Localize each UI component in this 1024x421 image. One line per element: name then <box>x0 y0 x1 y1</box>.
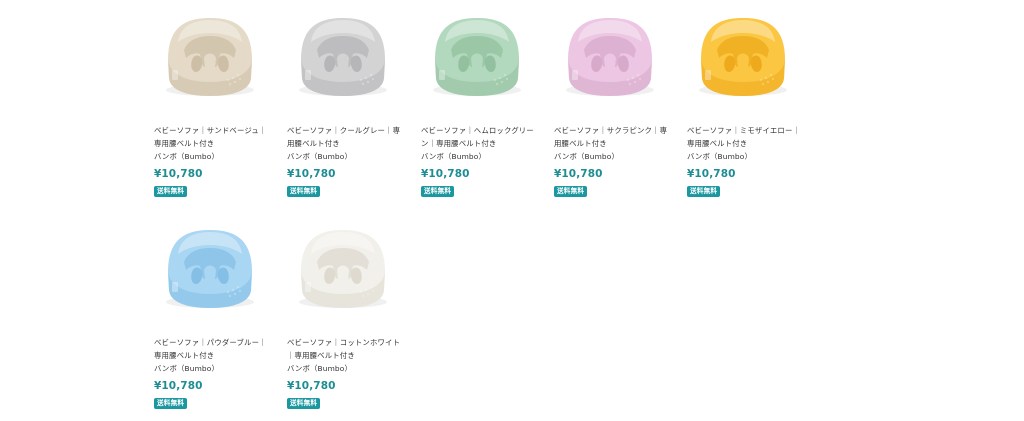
product-image[interactable] <box>287 8 405 113</box>
product-brand: バンボ（Bumbo） <box>154 152 219 161</box>
product-image[interactable] <box>287 220 405 325</box>
baby-seat-illustration <box>166 230 254 308</box>
baby-seat-illustration <box>699 18 787 96</box>
baby-seat-illustration <box>166 18 254 96</box>
baby-seat-illustration <box>299 230 387 308</box>
free-shipping-badge: 送料無料 <box>154 398 188 409</box>
free-shipping-badge: 送料無料 <box>287 398 321 409</box>
product-title[interactable]: ベビーソファ｜サクラピンク｜専用腰ベルト付き <box>554 125 672 150</box>
product-price: ¥10,780 <box>154 168 203 180</box>
product-price: ¥10,780 <box>287 168 336 180</box>
product-brand: バンボ（Bumbo） <box>287 364 352 373</box>
product-brand: バンボ（Bumbo） <box>421 152 486 161</box>
product-price: ¥10,780 <box>554 168 603 180</box>
product-title[interactable]: ベビーソファ｜サンドベージュ｜専用腰ベルト付き <box>154 125 272 150</box>
product-price: ¥10,780 <box>154 380 203 392</box>
product-brand: バンボ（Bumbo） <box>287 152 352 161</box>
product-brand: バンボ（Bumbo） <box>687 152 752 161</box>
product-price: ¥10,780 <box>421 168 470 180</box>
product-title[interactable]: ベビーソファ｜ヘムロックグリーン｜専用腰ベルト付き <box>421 125 539 150</box>
product-title[interactable]: ベビーソファ｜パウダーブルー｜専用腰ベルト付き <box>154 337 272 362</box>
product-image[interactable] <box>687 8 805 113</box>
product-image[interactable] <box>154 220 272 325</box>
product-title[interactable]: ベビーソファ｜ミモザイエロー｜専用腰ベルト付き <box>687 125 805 150</box>
product-image[interactable] <box>421 8 539 113</box>
product-image[interactable] <box>554 8 672 113</box>
product-brand: バンボ（Bumbo） <box>154 364 219 373</box>
free-shipping-badge: 送料無料 <box>287 186 321 197</box>
baby-seat-illustration <box>299 18 387 96</box>
product-title[interactable]: ベビーソファ｜コットンホワイト｜専用腰ベルト付き <box>287 337 405 362</box>
product-grid: ベビーソファ｜サンドベージュ｜専用腰ベルト付き バンボ（Bumbo） ¥10,7… <box>0 0 1024 421</box>
free-shipping-badge: 送料無料 <box>421 186 455 197</box>
product-title[interactable]: ベビーソファ｜クールグレー｜専用腰ベルト付き <box>287 125 405 150</box>
product-image[interactable] <box>154 8 272 113</box>
free-shipping-badge: 送料無料 <box>154 186 188 197</box>
product-brand: バンボ（Bumbo） <box>554 152 619 161</box>
free-shipping-badge: 送料無料 <box>554 186 588 197</box>
product-price: ¥10,780 <box>687 168 736 180</box>
baby-seat-illustration <box>566 18 654 96</box>
free-shipping-badge: 送料無料 <box>687 186 721 197</box>
baby-seat-illustration <box>433 18 521 96</box>
product-price: ¥10,780 <box>287 380 336 392</box>
